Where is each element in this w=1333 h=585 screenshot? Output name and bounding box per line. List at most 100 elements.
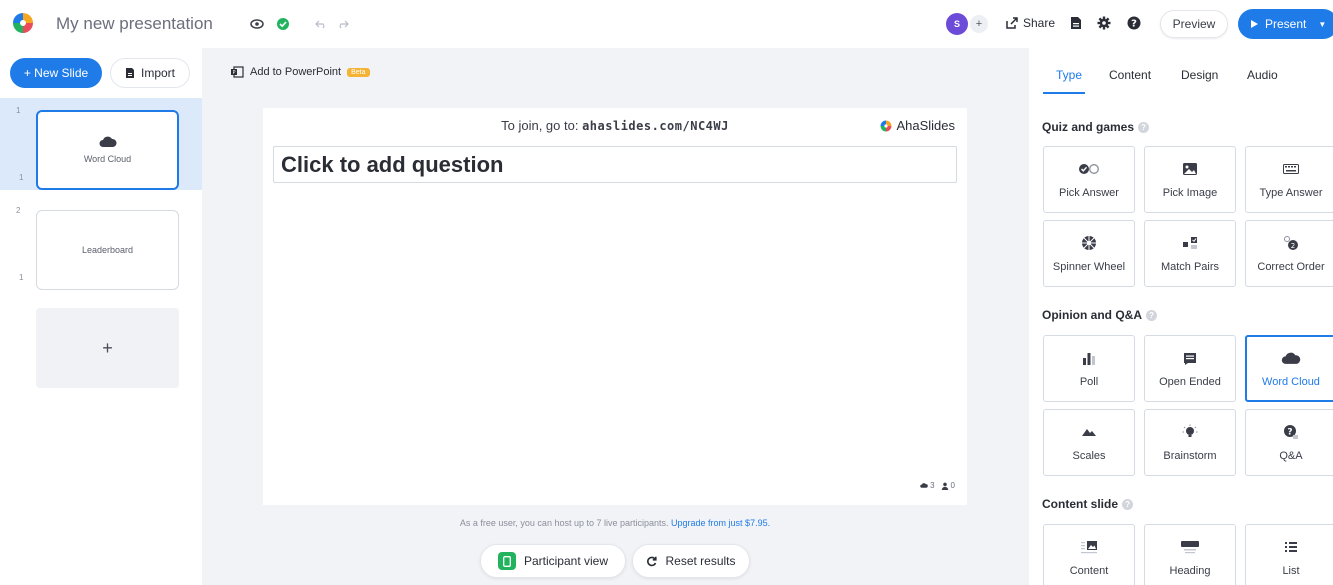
import-button[interactable]: Import <box>110 58 190 88</box>
response-count-value: 3 <box>930 481 935 490</box>
response-counts: 3 0 <box>920 481 955 490</box>
type-spinner-wheel[interactable]: Spinner Wheel <box>1043 220 1135 287</box>
chevron-down-icon[interactable]: ▼ <box>1318 20 1326 29</box>
share-button[interactable]: Share <box>1006 16 1055 30</box>
eye-icon[interactable] <box>250 17 264 31</box>
type-label: Open Ended <box>1159 376 1221 388</box>
type-label: Q&A <box>1279 450 1303 462</box>
question-input[interactable]: Click to add question <box>273 146 957 183</box>
cloud-icon <box>1281 349 1301 367</box>
type-open-ended[interactable]: Open Ended <box>1144 335 1236 402</box>
type-content[interactable]: Content <box>1043 524 1135 585</box>
participant-count: 0 <box>941 481 955 490</box>
keyboard-icon <box>1283 160 1299 178</box>
svg-text:2: 2 <box>1291 242 1295 250</box>
participant-view-label: Participant view <box>523 554 609 568</box>
join-url: ahaslides.com/NC4WJ <box>582 119 729 133</box>
scales-icon <box>1081 423 1097 441</box>
add-to-powerpoint-button[interactable]: P Add to PowerPoint Beta <box>230 66 370 78</box>
section-title: Content slide <box>1042 497 1119 511</box>
slide-title: Word Cloud <box>83 154 132 164</box>
section-title: Quiz and games <box>1042 120 1135 134</box>
type-poll[interactable]: Poll <box>1043 335 1135 402</box>
image-icon <box>1182 160 1198 178</box>
type-brainstorm[interactable]: Brainstorm <box>1144 409 1236 476</box>
type-match-pairs[interactable]: Match Pairs <box>1144 220 1236 287</box>
type-pick-answer[interactable]: Pick Answer <box>1043 146 1135 213</box>
type-label: Pick Answer <box>1059 187 1119 199</box>
type-label: Scales <box>1072 450 1106 462</box>
join-instructions: To join, go to: ahaslides.com/NC4WJ <box>263 118 967 133</box>
type-label: List <box>1282 565 1300 577</box>
type-label: Brainstorm <box>1163 450 1217 462</box>
slide-canvas[interactable]: To join, go to: ahaslides.com/NC4WJ AhaS… <box>263 108 967 505</box>
tab-content[interactable]: Content <box>1109 68 1151 82</box>
correct-order-icon: 2 <box>1283 234 1299 252</box>
upgrade-link[interactable]: Upgrade from just $7.95. <box>671 518 770 528</box>
present-button[interactable]: Present ▼ <box>1238 9 1333 39</box>
add-to-powerpoint-label: Add to PowerPoint <box>250 66 342 78</box>
share-label: Share <box>1023 16 1056 30</box>
participant-count-value: 0 <box>950 481 955 490</box>
type-heading[interactable]: Heading <box>1144 524 1236 585</box>
slide-sub-number: 1 <box>19 173 24 182</box>
help-icon[interactable]: ? <box>1122 498 1134 510</box>
type-scales[interactable]: Scales <box>1043 409 1135 476</box>
type-correct-order[interactable]: 2 Correct Order <box>1245 220 1333 287</box>
active-tab-indicator <box>1043 92 1085 94</box>
slide-item-leaderboard[interactable]: 2 Leaderboard 1 <box>0 198 202 290</box>
ahaslides-logo-icon[interactable] <box>12 12 34 34</box>
section-title: Opinion and Q&A <box>1042 308 1142 322</box>
slide-title: Leaderboard <box>81 245 134 255</box>
slide-thumbnail[interactable]: Word Cloud <box>36 110 179 190</box>
redo-icon[interactable] <box>336 17 350 31</box>
type-word-cloud[interactable]: Word Cloud <box>1245 335 1333 402</box>
file-icon[interactable] <box>1068 15 1084 31</box>
play-icon <box>1251 20 1258 28</box>
type-pick-image[interactable]: Pick Image <box>1144 146 1236 213</box>
slide-list-panel: + New Slide Import 1 Word Cloud 1 2 Lead… <box>0 48 202 585</box>
type-qa[interactable]: ? Q&A <box>1245 409 1333 476</box>
participant-view-button[interactable]: Participant view <box>480 544 626 578</box>
add-collaborator-button[interactable]: + <box>970 15 988 33</box>
person-icon <box>941 482 948 490</box>
settings-gear-icon[interactable] <box>1096 15 1112 31</box>
tab-audio[interactable]: Audio <box>1247 68 1278 82</box>
content-slide-icon <box>1080 538 1098 556</box>
ahaslides-brand: AhaSlides <box>880 118 955 133</box>
cloud-icon <box>99 136 117 147</box>
type-list[interactable]: List <box>1245 524 1333 585</box>
panel-tabs: Type Content Design Audio <box>1029 48 1333 98</box>
share-icon <box>1006 17 1018 29</box>
reset-results-button[interactable]: Reset results <box>632 544 750 578</box>
heading-slide-icon <box>1180 538 1200 556</box>
type-label: Heading <box>1169 565 1211 577</box>
add-slide-button[interactable]: + <box>36 308 179 388</box>
user-avatar[interactable]: S <box>946 13 968 35</box>
preview-button[interactable]: Preview <box>1160 10 1228 38</box>
tab-design[interactable]: Design <box>1181 68 1218 82</box>
undo-icon[interactable] <box>314 17 328 31</box>
slide-item-word-cloud[interactable]: 1 Word Cloud 1 <box>0 98 202 190</box>
slide-thumbnail[interactable]: Leaderboard <box>36 210 179 290</box>
type-type-answer[interactable]: Type Answer <box>1245 146 1333 213</box>
presentation-title[interactable]: My new presentation <box>56 14 213 34</box>
top-bar: My new presentation S + Share ? Preview … <box>0 0 1333 48</box>
reset-results-label: Reset results <box>665 554 736 568</box>
tab-type[interactable]: Type <box>1056 68 1082 82</box>
new-slide-button[interactable]: + New Slide <box>10 58 102 88</box>
present-label: Present <box>1265 17 1307 31</box>
help-icon[interactable]: ? <box>1126 15 1142 31</box>
slide-type-panel: Type Content Design Audio Quiz and games… <box>1029 48 1333 585</box>
help-icon[interactable]: ? <box>1146 309 1157 321</box>
section-opinion-and-qa: Opinion and Q&A ? <box>1042 308 1157 322</box>
svg-text:P: P <box>232 70 235 76</box>
section-quiz-and-games: Quiz and games ? <box>1042 120 1150 134</box>
open-ended-icon <box>1183 349 1197 367</box>
type-label: Word Cloud <box>1262 376 1320 388</box>
type-label: Correct Order <box>1257 261 1325 273</box>
match-pairs-icon <box>1182 234 1198 252</box>
pick-answer-icon <box>1078 160 1100 178</box>
help-icon[interactable]: ? <box>1138 121 1150 133</box>
slide-number: 2 <box>16 206 21 215</box>
